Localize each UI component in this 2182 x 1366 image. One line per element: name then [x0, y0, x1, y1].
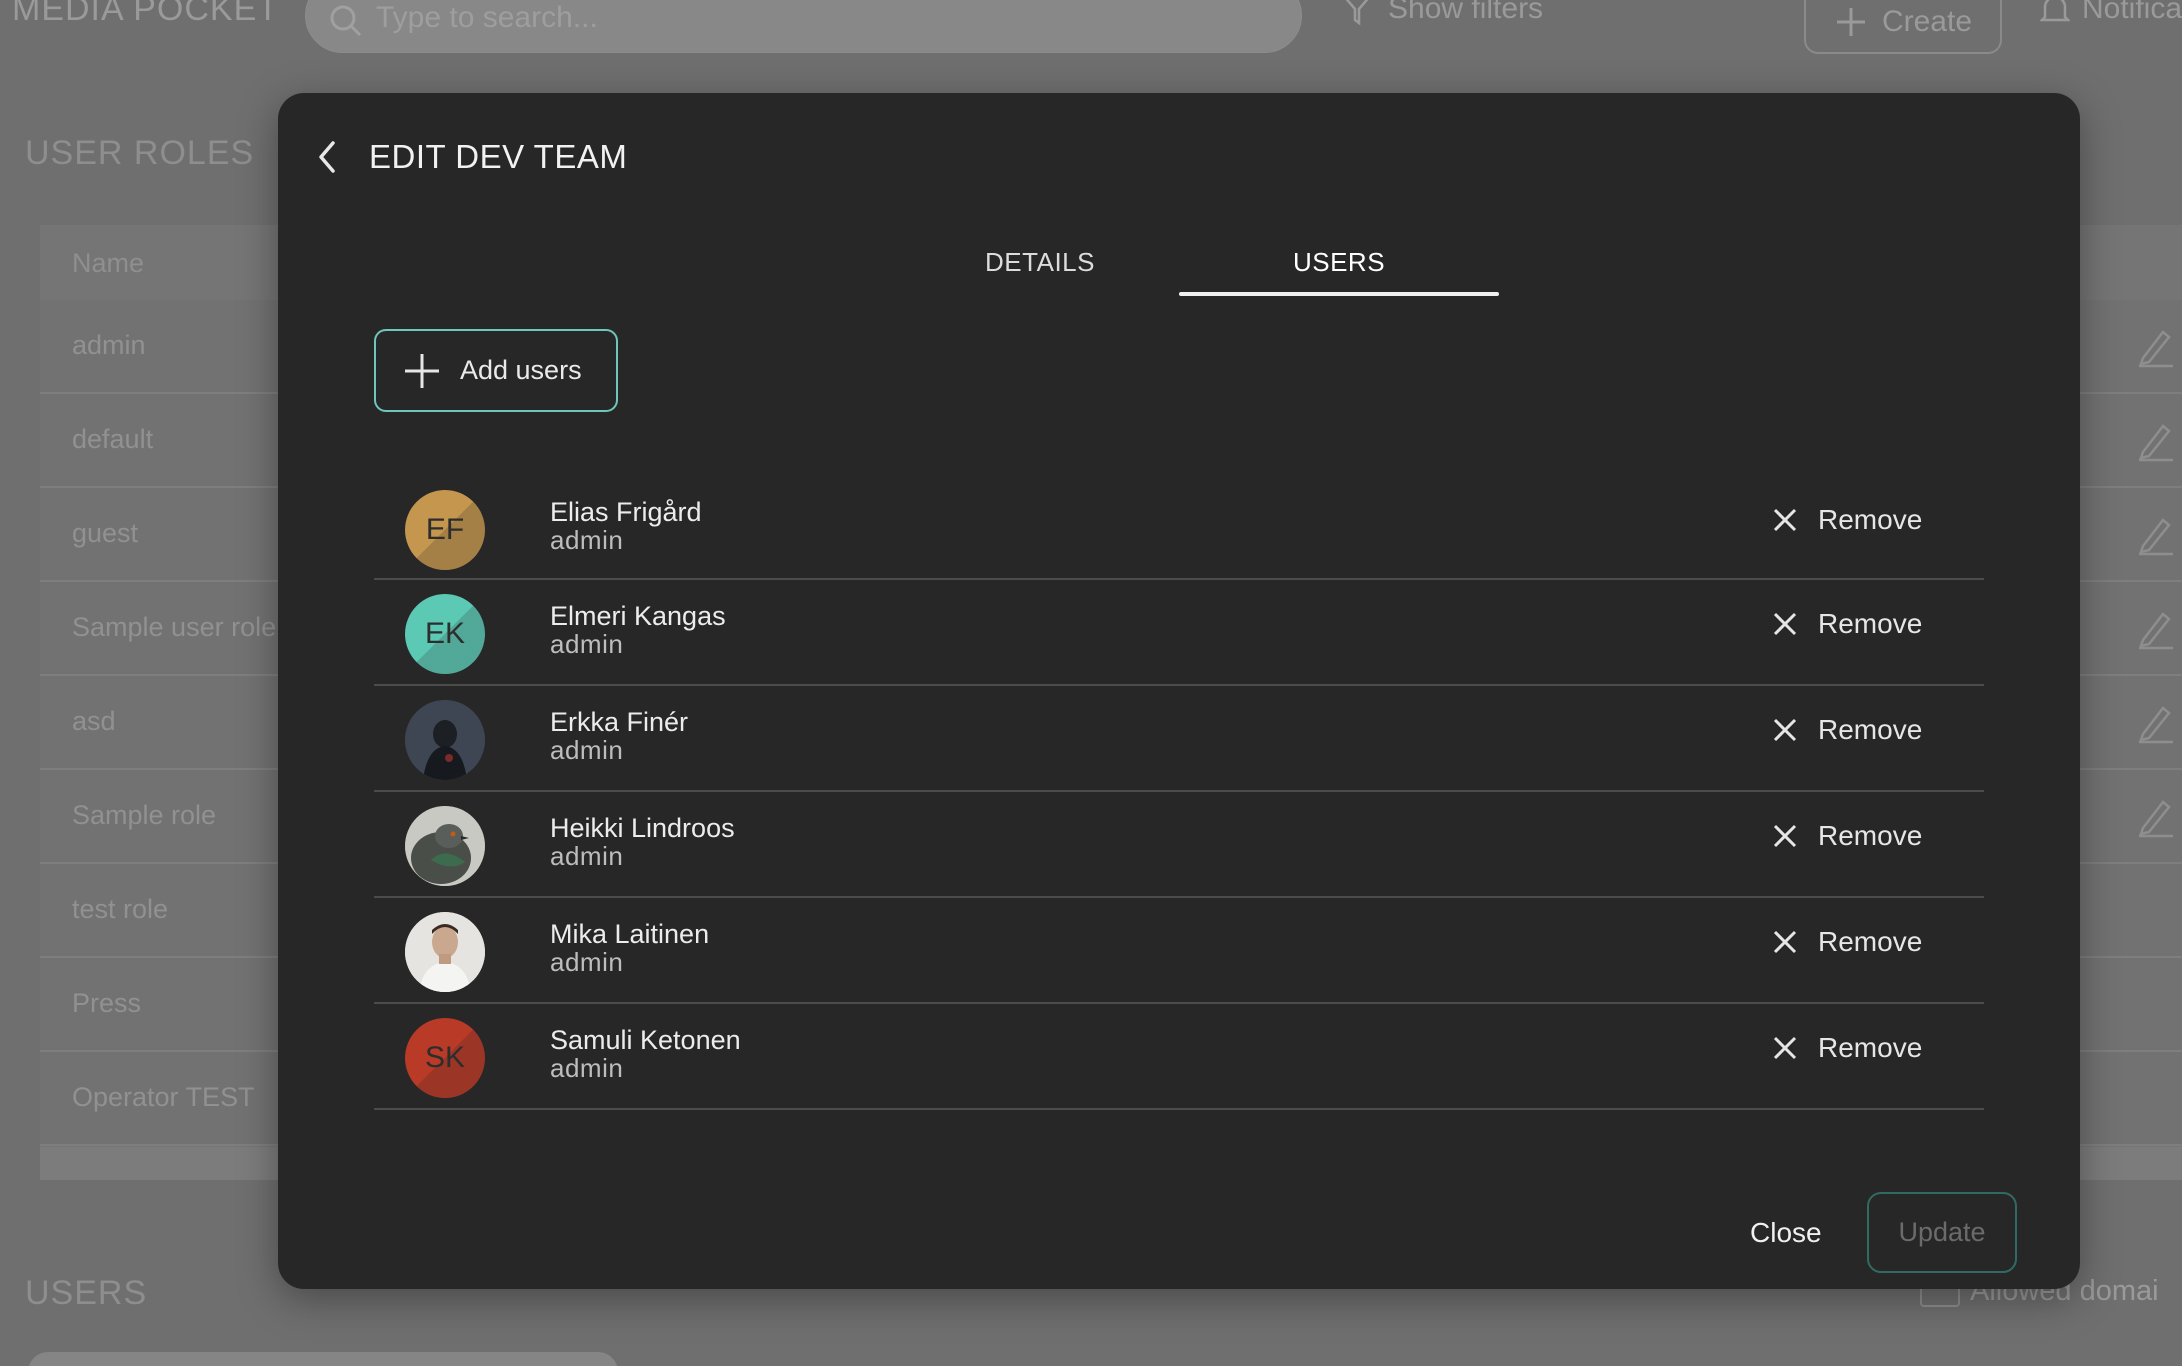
role-name: asd [72, 706, 116, 736]
remove-user-button[interactable]: Remove [1770, 714, 1922, 746]
search-input[interactable]: Type to search... [305, 0, 1302, 53]
roles-name-header: Name [72, 248, 145, 278]
filter-icon [1345, 0, 1369, 26]
close-icon [1773, 612, 1797, 636]
modal-title: EDIT DEV TEAM [369, 138, 628, 175]
role-name: test role [72, 894, 169, 924]
role-name: Sample user role [72, 612, 277, 642]
edit-pencil-icon[interactable] [2135, 324, 2175, 368]
remove-label: Remove [1818, 1032, 1923, 1063]
close-icon [1773, 1036, 1797, 1060]
users-section-title: USERS [25, 1274, 148, 1312]
active-tab-indicator [1179, 292, 1499, 296]
modal-header: EDIT DEV TEAM [313, 137, 627, 177]
remove-label: Remove [1818, 608, 1923, 639]
notifications-label: Notificati [2082, 0, 2182, 25]
avatar-photo [405, 700, 485, 780]
edit-pencil-icon[interactable] [2135, 512, 2175, 556]
user-role: admin [550, 629, 624, 659]
team-user-list: EF Elias Frigård admin Remove EK Elmeri Kanga… [374, 476, 1984, 1110]
avatar-initials: EK [424, 617, 466, 650]
create-button[interactable]: Create [1804, 0, 2002, 54]
avatar [405, 700, 485, 780]
show-filters-label: Show filters [1388, 0, 1544, 25]
remove-user-button[interactable]: Remove [1770, 608, 1922, 640]
brand-logo: MEDIA POCKET [12, 0, 280, 28]
user-role: admin [550, 525, 624, 555]
user-role: admin [550, 841, 624, 871]
role-name: Operator TEST [72, 1082, 255, 1112]
avatar-initials: SK [424, 1041, 466, 1074]
close-icon [1773, 508, 1797, 532]
plus-icon [1836, 8, 1865, 36]
close-button[interactable]: Close [1750, 1217, 1822, 1249]
avatar-photo [405, 912, 485, 992]
search-placeholder: Type to search... [376, 1, 598, 34]
avatar: EF [405, 490, 485, 570]
search-icon [330, 5, 362, 37]
notifications-button[interactable]: Notificati [2040, 0, 2182, 26]
create-label: Create [1881, 5, 1973, 38]
user-name: Heikki Lindroos [550, 813, 735, 843]
user-roles-title: USER ROLES [25, 134, 255, 172]
update-button[interactable]: Update [1867, 1192, 2017, 1273]
edit-pencil-icon[interactable] [2135, 794, 2175, 838]
user-role: admin [550, 947, 624, 977]
user-role: admin [550, 735, 624, 765]
add-users-button[interactable]: Add users [374, 329, 618, 412]
avatar-photo [405, 806, 485, 886]
users-search-bar[interactable] [28, 1352, 618, 1366]
user-name: Mika Laitinen [550, 919, 710, 949]
remove-user-button[interactable]: Remove [1770, 820, 1922, 852]
user-name: Samuli Ketonen [550, 1025, 741, 1055]
team-user-row: Mika Laitinen admin Remove [374, 898, 1984, 1004]
remove-label: Remove [1818, 504, 1923, 535]
back-chevron-icon[interactable] [313, 137, 343, 177]
close-icon [1773, 930, 1797, 954]
role-name: admin [72, 330, 146, 360]
plus-icon [405, 353, 439, 388]
team-user-row: Erkka Finér admin Remove [374, 686, 1984, 792]
team-user-row: EK Elmeri Kangas admin Remove [374, 580, 1984, 686]
close-icon [1773, 718, 1797, 742]
avatar [405, 912, 485, 992]
role-name: Press [72, 988, 142, 1018]
avatar: SK [405, 1018, 485, 1098]
role-name: default [72, 424, 154, 454]
team-user-row: SK Samuli Ketonen admin Remove [374, 1004, 1984, 1110]
remove-user-button[interactable]: Remove [1770, 504, 1922, 536]
bell-icon [2040, 0, 2070, 22]
role-name: Sample role [72, 800, 217, 830]
remove-label: Remove [1818, 714, 1923, 745]
add-users-label: Add users [460, 355, 582, 385]
remove-user-button[interactable]: Remove [1770, 1032, 1922, 1064]
team-user-row: Heikki Lindroos admin Remove [374, 792, 1984, 898]
team-user-row: EF Elias Frigård admin Remove [374, 476, 1984, 580]
edit-pencil-icon[interactable] [2135, 418, 2175, 462]
user-name: Elmeri Kangas [550, 601, 726, 631]
edit-team-modal: EDIT DEV TEAM DETAILS USERS Add users EF… [278, 93, 2080, 1289]
tab-details[interactable]: DETAILS [880, 243, 1200, 303]
avatar [405, 806, 485, 886]
user-name: Elias Frigård [550, 497, 702, 527]
close-icon [1773, 824, 1797, 848]
remove-user-button[interactable]: Remove [1770, 926, 1922, 958]
top-bar: MEDIA POCKET Type to search... Show filt… [0, 0, 2182, 70]
edit-pencil-icon[interactable] [2135, 700, 2175, 744]
user-name: Erkka Finér [550, 707, 689, 737]
remove-label: Remove [1818, 926, 1923, 957]
user-role: admin [550, 1053, 624, 1083]
role-name: guest [72, 518, 139, 548]
edit-pencil-icon[interactable] [2135, 606, 2175, 650]
avatar: EK [405, 594, 485, 674]
show-filters-button[interactable]: Show filters [1340, 0, 1543, 26]
avatar-initials: EF [425, 513, 465, 546]
remove-label: Remove [1818, 820, 1923, 851]
